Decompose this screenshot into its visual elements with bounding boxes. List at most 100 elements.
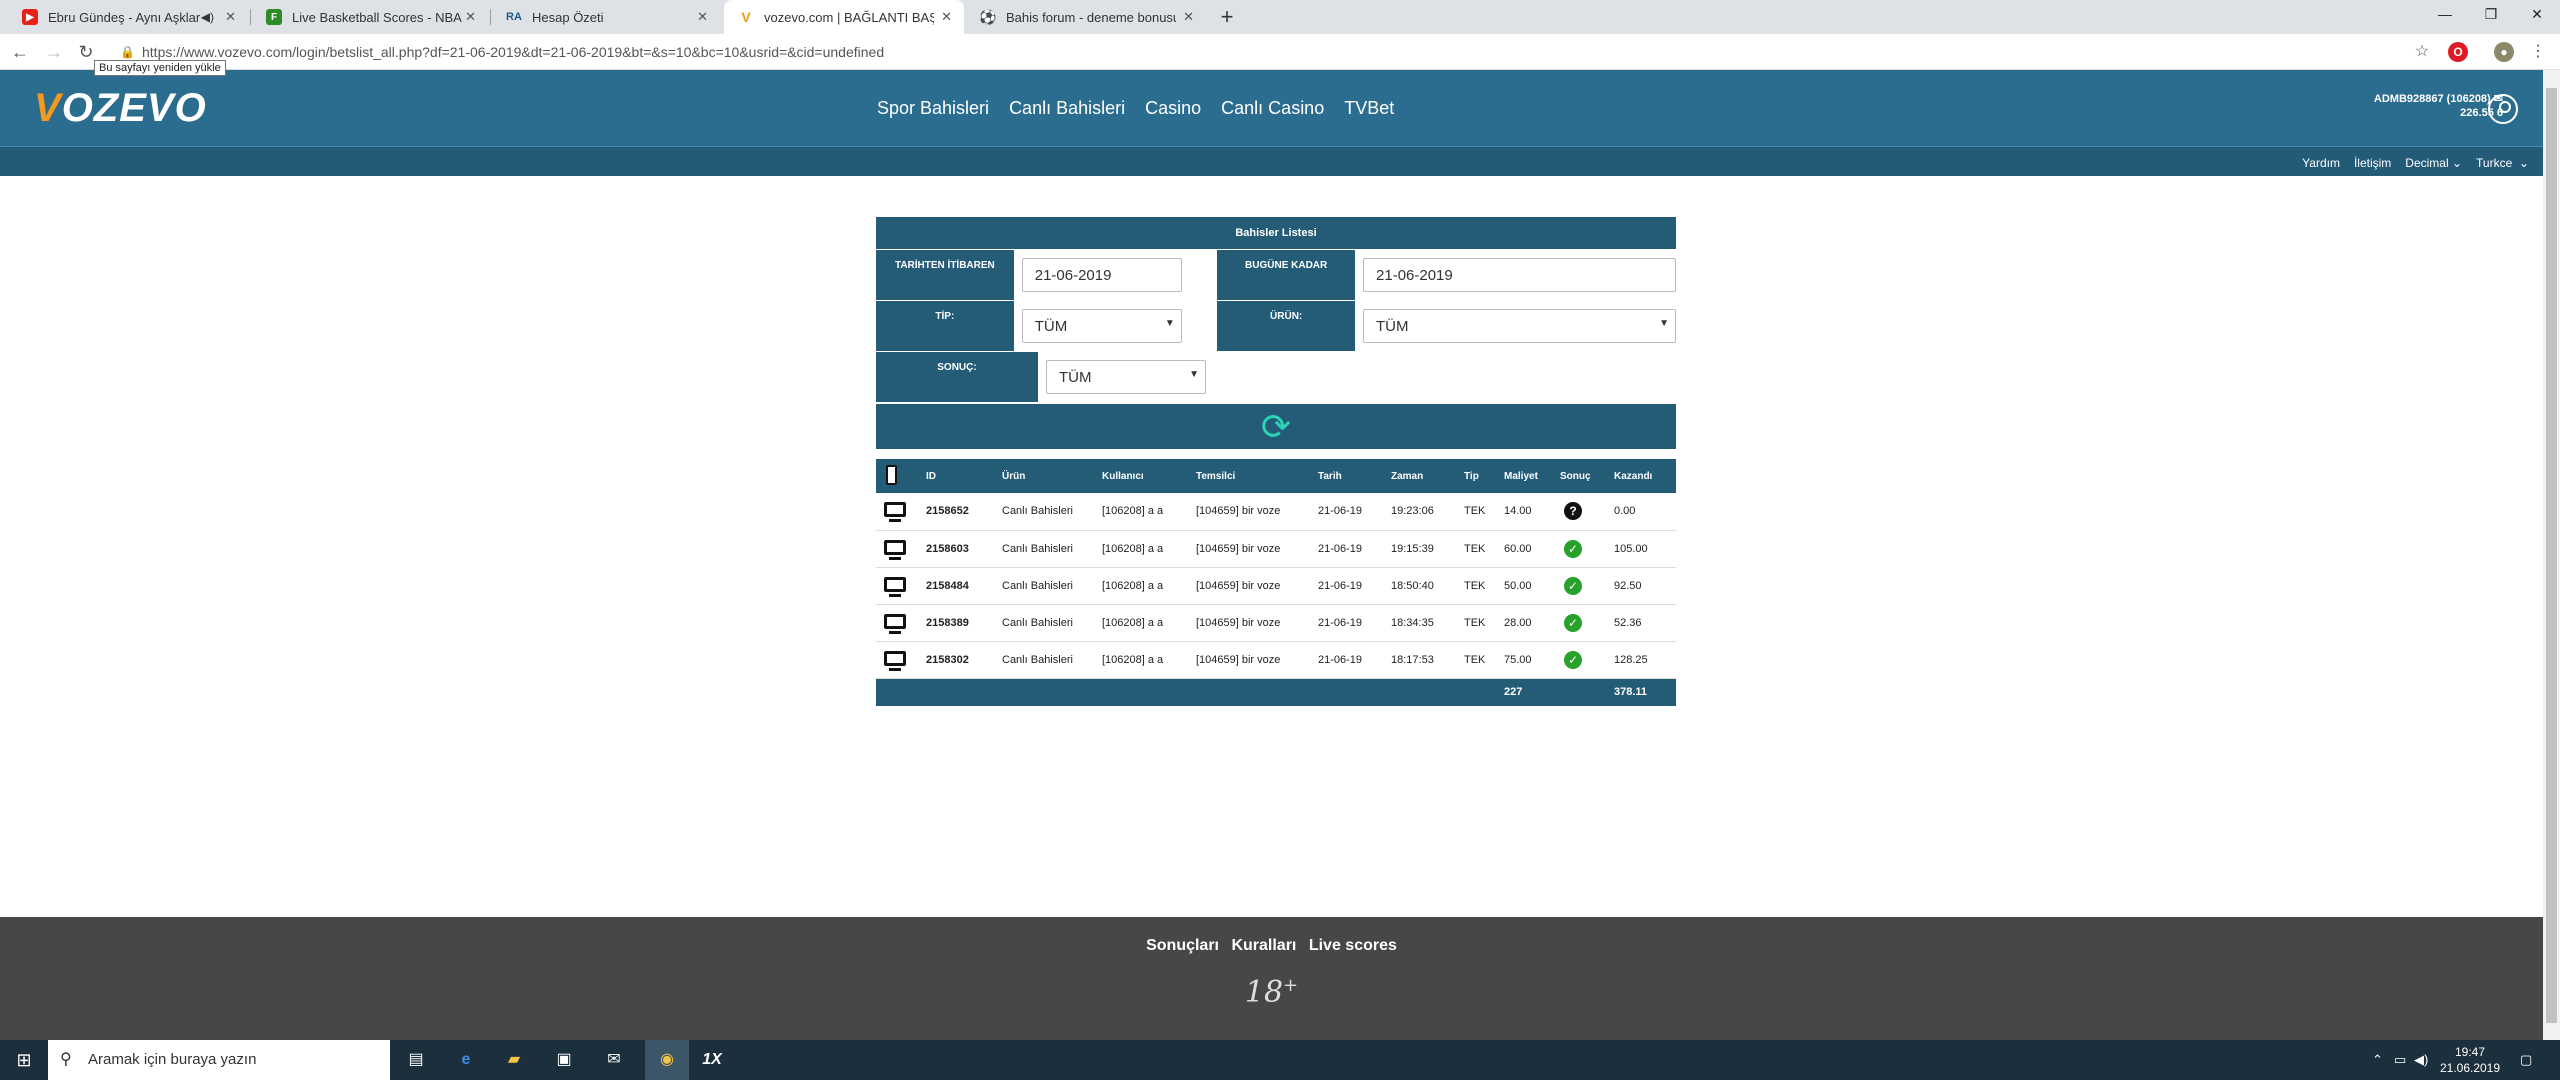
to-date-input[interactable]: 21-06-2019 [1363, 258, 1677, 292]
url-field[interactable]: 🔒 https://www.vozevo.com/login/betslist_… [120, 39, 2420, 65]
dropdown-arrow-icon: ▼ [1189, 369, 1199, 380]
odds-format-select[interactable]: Decimal ⌄ [2405, 156, 2462, 170]
bet-product: Canlı Bahisleri [996, 567, 1096, 605]
table-row[interactable]: 2158302 Canlı Bahisleri [106208] a a [10… [876, 641, 1676, 679]
bet-date: 21-06-19 [1312, 493, 1385, 531]
bet-result: ✓ [1554, 567, 1608, 605]
bet-product: Canlı Bahisleri [996, 530, 1096, 568]
browser-tab[interactable]: RA Hesap Özeti ✕ [492, 0, 720, 34]
mail-app-icon[interactable]: ✉ [602, 1048, 626, 1072]
restore-icon[interactable]: ❐ [2468, 0, 2514, 30]
bet-won: 92.50 [1608, 567, 1676, 605]
tab-title: Live Basketball Scores - NBA, Eur [292, 9, 462, 25]
check-icon: ✓ [1564, 613, 1582, 632]
profile-icon[interactable]: ● [2494, 42, 2514, 62]
bet-date: 21-06-19 [1312, 604, 1385, 642]
nav-canli-bahisleri[interactable]: Canlı Bahisleri [1009, 98, 1125, 119]
edge-icon[interactable]: e [454, 1048, 478, 1072]
footer-link-results[interactable]: Sonuçları [1146, 937, 1219, 954]
chrome-icon[interactable]: ◉ [655, 1048, 679, 1072]
bet-date: 21-06-19 [1312, 641, 1385, 679]
page-scrollbar[interactable] [2543, 70, 2560, 1040]
new-tab-icon[interactable]: + [1214, 4, 1240, 30]
browser-tab[interactable]: ▶ Ebru Gündeş - Aynı Aşklar - ◀) ✕ [8, 0, 248, 34]
volume-icon[interactable]: ◀) [2414, 1052, 2428, 1068]
user-avatar-icon[interactable] [2488, 94, 2518, 124]
clock-time: 19:47 [2454, 1045, 2486, 1059]
back-icon[interactable]: ← [8, 40, 32, 64]
network-icon[interactable]: ▭ [2394, 1052, 2406, 1068]
taskbar-search[interactable]: ⚲ Aramak için buraya yazın [48, 1040, 390, 1080]
bet-id[interactable]: 2158652 [920, 493, 996, 531]
bet-won: 128.25 [1608, 641, 1676, 679]
check-icon: ✓ [1564, 650, 1582, 669]
nav-tvbet[interactable]: TVBet [1344, 98, 1394, 119]
table-row[interactable]: 2158652 Canlı Bahisleri [106208] a a [10… [876, 493, 1676, 531]
bet-user: [106208] a a [1096, 641, 1190, 679]
mute-icon[interactable]: ◀) [201, 10, 214, 24]
footer-link-live-scores[interactable]: Live scores [1309, 937, 1397, 954]
type-select[interactable]: TÜM ▼ [1021, 309, 1182, 343]
table-row[interactable]: 2158603 Canlı Bahisleri [106208] a a [10… [876, 530, 1676, 568]
contact-link[interactable]: İletişim [2354, 156, 2391, 170]
taskbar-clock[interactable]: 19:47 21.06.2019 [2430, 1044, 2510, 1076]
close-tab-icon[interactable]: ✕ [465, 9, 476, 25]
tab-separator [490, 9, 491, 25]
nav-casino[interactable]: Casino [1145, 98, 1201, 119]
youtube-icon: ▶ [22, 9, 38, 25]
file-explorer-icon[interactable]: ▰ [502, 1048, 526, 1072]
bet-type: TEK [1458, 567, 1498, 605]
bet-id[interactable]: 2158603 [920, 530, 996, 568]
account-id[interactable]: ADMB928867 (106208) [2374, 93, 2491, 105]
footer-link-rules[interactable]: Kuralları [1231, 937, 1296, 954]
bet-id[interactable]: 2158302 [920, 641, 996, 679]
column-header: Temsilci [1190, 459, 1312, 493]
product-select[interactable]: TÜM ▼ [1363, 309, 1677, 343]
product-label: ÜRÜN: [1217, 301, 1356, 351]
browser-tab-active[interactable]: V vozevo.com | BAĞLANTI BAŞARI ✕ [724, 0, 964, 34]
language-select[interactable]: Turkce ⌄ [2476, 156, 2529, 170]
table-row[interactable]: 2158389 Canlı Bahisleri [106208] a a [10… [876, 604, 1676, 642]
forward-icon[interactable]: → [42, 40, 66, 64]
close-window-icon[interactable]: ✕ [2514, 0, 2560, 30]
bet-time: 18:50:40 [1385, 567, 1458, 605]
logo-v-mark: V [34, 86, 62, 130]
bet-id[interactable]: 2158389 [920, 604, 996, 642]
tab-title: Hesap Özeti [532, 9, 604, 25]
close-tab-icon[interactable]: ✕ [697, 9, 708, 25]
refresh-button[interactable]: ⟳ [876, 404, 1676, 449]
result-select[interactable]: TÜM ▼ [1046, 360, 1206, 394]
column-header: ID [920, 459, 996, 493]
bet-cost: 28.00 [1498, 604, 1554, 642]
close-tab-icon[interactable]: ✕ [1183, 9, 1194, 25]
close-tab-icon[interactable]: ✕ [225, 9, 236, 25]
nav-canli-casino[interactable]: Canlı Casino [1221, 98, 1324, 119]
windows-taskbar: ⊞ ⚲ Aramak için buraya yazın ▤ e ▰ ▣ ✉ ◉… [0, 1040, 2560, 1080]
1xbet-icon[interactable]: 1X [700, 1048, 724, 1072]
minimize-icon[interactable]: — [2422, 0, 2468, 30]
windows-start-icon[interactable]: ⊞ [12, 1048, 36, 1072]
nav-spor-bahisleri[interactable]: Spor Bahisleri [877, 98, 989, 119]
bet-id[interactable]: 2158484 [920, 567, 996, 605]
task-view-icon[interactable]: ▤ [404, 1048, 428, 1072]
date-filter-row: TARİHTEN İTİBAREN 21-06-2019 BUGÜNE KADA… [876, 249, 1677, 300]
scrollbar-thumb[interactable] [2546, 88, 2557, 1023]
table-row[interactable]: 2158484 Canlı Bahisleri [106208] a a [10… [876, 567, 1676, 605]
store-icon[interactable]: ▣ [552, 1048, 576, 1072]
ball-icon: ⚽ [979, 8, 997, 25]
bet-result: ✓ [1554, 641, 1608, 679]
opera-icon[interactable]: O [2448, 42, 2468, 62]
close-tab-icon[interactable]: ✕ [941, 9, 952, 25]
bookmark-star-icon[interactable]: ☆ [2412, 42, 2432, 62]
sub-links: Yardım İletişim Decimal ⌄ Turkce ⌄ [2302, 156, 2529, 170]
notification-icon[interactable]: ▢ [2520, 1052, 2532, 1068]
tray-expand-icon[interactable]: ⌃ [2372, 1052, 2383, 1068]
site-logo[interactable]: VOZEVO [34, 86, 207, 131]
from-date-input[interactable]: 21-06-2019 [1021, 258, 1182, 292]
help-link[interactable]: Yardım [2302, 156, 2340, 170]
browser-tab[interactable]: F Live Basketball Scores - NBA, Eur ✕ [252, 0, 488, 34]
bet-result: ✓ [1554, 604, 1608, 642]
bet-agent: [104659] bir voze [1190, 641, 1312, 679]
menu-dots-icon[interactable]: ⋮ [2528, 42, 2548, 62]
browser-tab[interactable]: ⚽ Bahis forum - deneme bonusu | B ✕ [966, 0, 1206, 34]
